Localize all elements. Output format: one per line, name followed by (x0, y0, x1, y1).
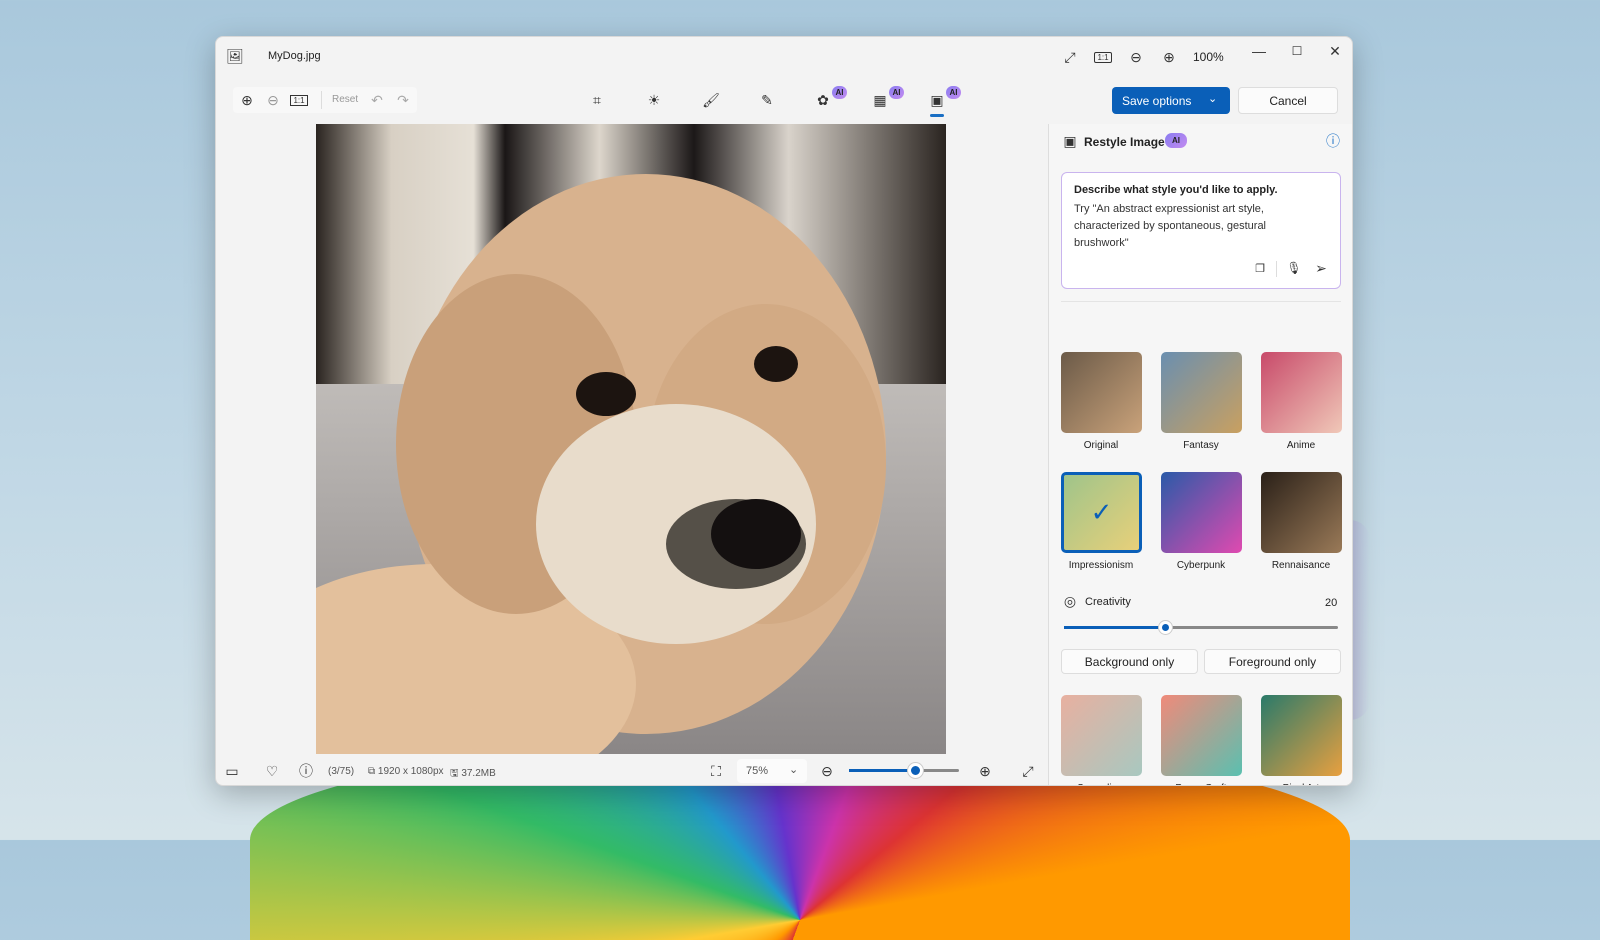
zoom-out-icon[interactable]: ⊖ (817, 761, 837, 781)
creativity-slider[interactable] (1064, 621, 1338, 634)
creativity-slider-thumb[interactable] (1159, 621, 1173, 634)
prompt-title: Describe what style you'd like to apply. (1074, 184, 1278, 196)
style-label: Surrealism (1051, 783, 1151, 785)
actual-size-icon[interactable]: 1:1 (1093, 47, 1113, 67)
restyle-panel: ▣ Restyle Image AI ⓘ Describe what style… (1049, 124, 1352, 785)
image-index: (3/75) (328, 766, 355, 777)
close-button[interactable]: ✕ (1325, 41, 1345, 61)
microphone-icon[interactable]: 🎙 (1286, 260, 1302, 276)
image-canvas[interactable] (316, 124, 946, 754)
style-thumbnail[interactable] (1261, 472, 1342, 553)
style-thumbnail[interactable]: ✓ (1061, 472, 1142, 553)
restyle-icon[interactable]: ▣ (927, 90, 947, 110)
style-thumbnail[interactable] (1061, 695, 1142, 776)
save-options-button[interactable]: Save options ⌄ (1112, 87, 1230, 114)
chevron-down-icon: ⌄ (789, 764, 799, 776)
redo-icon[interactable]: ↷ (393, 90, 413, 110)
style-label: Pixel Art (1251, 783, 1351, 785)
titlebar-zoom-level: 100% (1193, 50, 1224, 64)
favorite-heart-icon[interactable]: ♡ (262, 761, 282, 781)
adjust-brightness-icon[interactable]: ☀ (644, 90, 664, 110)
copy-icon[interactable]: ❐ (1252, 260, 1268, 276)
dog-illustration (316, 174, 886, 754)
filmstrip-icon[interactable]: ▭ (222, 761, 242, 781)
save-options-label: Save options (1122, 94, 1192, 108)
dimensions-text: 1920 x 1080px (377, 766, 444, 777)
style-label: Cyberpunk (1176, 560, 1226, 571)
file-size-text: 37.2MB (461, 768, 496, 779)
ai-badge: AI (1165, 133, 1187, 148)
ai-badge: AI (832, 86, 847, 99)
style-thumbnail[interactable] (1161, 352, 1242, 433)
erase-objects-icon[interactable]: ✿ (813, 90, 833, 110)
zoom-slider-thumb[interactable] (908, 763, 923, 778)
info-icon[interactable]: ⓘ (1324, 132, 1342, 150)
ai-badge: AI (889, 86, 904, 99)
fullscreen-icon[interactable]: ⤢ (1060, 47, 1080, 67)
actual-size-icon[interactable]: 1:1 (289, 90, 309, 110)
creativity-label: Creativity (1085, 596, 1131, 608)
maximize-button[interactable]: ☐ (1287, 41, 1307, 61)
background-only-button[interactable]: Background only (1061, 649, 1198, 674)
style-label: Anime (1286, 440, 1316, 451)
fullscreen-icon[interactable]: ⤢ (1018, 761, 1038, 781)
zoom-out-icon[interactable]: ⊖ (263, 90, 283, 110)
zoom-out-icon[interactable]: ⊖ (1126, 47, 1146, 67)
ai-badge: AI (946, 86, 961, 99)
fit-to-window-icon[interactable]: ⛶ (706, 761, 726, 781)
zoom-dropdown[interactable]: 75% ⌄ (737, 759, 807, 783)
reset-button[interactable]: Reset (332, 94, 358, 105)
file-info-icon[interactable]: ⓘ (296, 761, 316, 781)
minimize-button[interactable]: — (1249, 41, 1269, 61)
photos-window: 🖼 MyDog.jpg ⤢ 1:1 ⊖ ⊕ 100% — ☐ ✕ ⊕ ⊖ 1:1… (215, 36, 1353, 786)
creativity-value: 20 (1325, 597, 1338, 609)
zoom-slider[interactable] (849, 763, 959, 778)
cancel-button[interactable]: Cancel (1238, 87, 1338, 114)
active-tool-indicator (930, 114, 944, 117)
style-label: Rennaisance (1271, 560, 1331, 571)
prompt-hint: Try "An abstract expressionist art style… (1074, 203, 1267, 249)
photos-app-icon: 🖼 (226, 47, 244, 64)
window-title: MyDog.jpg (268, 50, 321, 62)
zoom-in-icon[interactable]: ⊕ (975, 761, 995, 781)
zoom-dropdown-value: 75% (746, 765, 769, 777)
style-thumbnail[interactable] (1061, 352, 1142, 433)
send-icon[interactable]: ➢ (1313, 260, 1329, 276)
style-label: Paper Craft (1151, 783, 1251, 785)
style-label: Impressionism (1068, 560, 1134, 571)
style-thumbnail[interactable] (1161, 472, 1242, 553)
style-prompt-input[interactable]: Describe what style you'd like to apply.… (1061, 172, 1341, 289)
file-size: 🖫 37.2MB (450, 768, 496, 779)
background-icon[interactable]: ▦ (870, 90, 890, 110)
foreground-only-button[interactable]: Foreground only (1204, 649, 1341, 674)
creativity-icon: ◎ (1063, 592, 1077, 609)
checkmark-icon: ✓ (1090, 497, 1113, 527)
markup-pen-icon[interactable]: ✎ (757, 90, 777, 110)
style-label: Fantasy (1183, 440, 1219, 451)
filter-brush-icon[interactable]: 🖌 (701, 90, 721, 110)
zoom-in-icon[interactable]: ⊕ (1159, 47, 1179, 67)
panel-title: Restyle Image (1084, 135, 1165, 149)
chevron-down-icon[interactable]: ⌄ (1208, 92, 1217, 105)
style-thumbnail[interactable] (1261, 352, 1342, 433)
image-dimensions: ⧉ 1920 x 1080px (368, 766, 444, 777)
view-toolbar: ⊕ ⊖ 1:1 Reset ↶ ↷ (233, 87, 417, 113)
style-label: Original (1083, 440, 1119, 451)
style-thumbnail[interactable] (1261, 695, 1342, 776)
undo-icon[interactable]: ↶ (367, 90, 387, 110)
zoom-in-icon[interactable]: ⊕ (237, 90, 257, 110)
style-thumbnail[interactable] (1161, 695, 1242, 776)
restyle-image-icon: ▣ (1063, 132, 1077, 149)
crop-icon[interactable]: ⌗ (587, 90, 607, 110)
